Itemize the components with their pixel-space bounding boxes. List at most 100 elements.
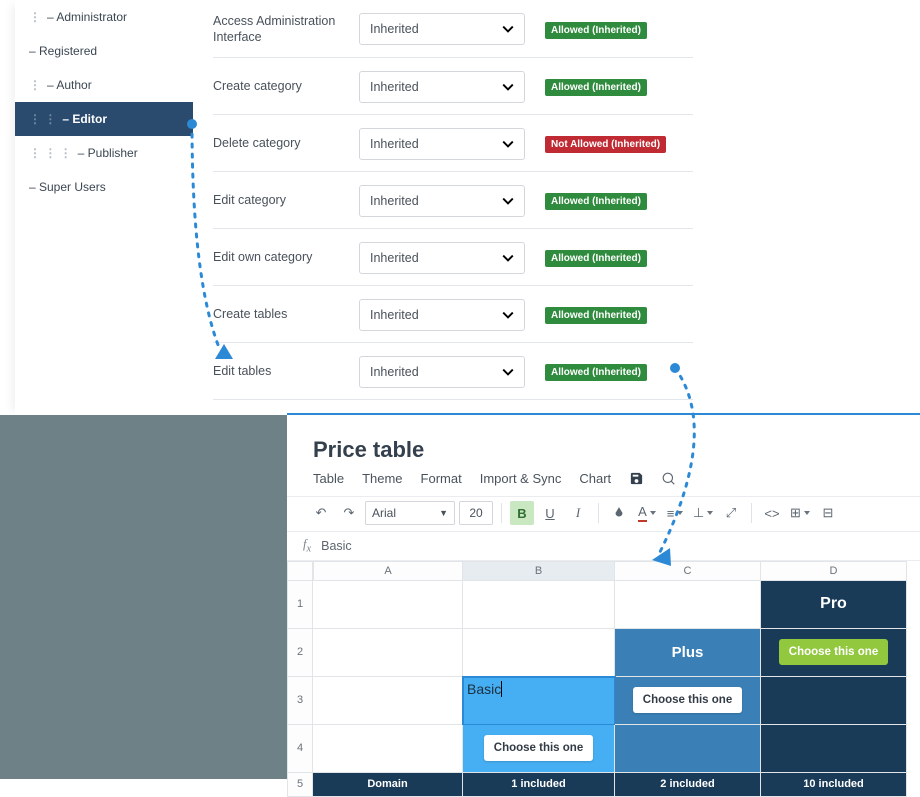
row-header-1[interactable]: 1: [287, 581, 313, 629]
permission-row: Edit own categoryInherited Allowed (Inher…: [213, 229, 693, 286]
cell-c2[interactable]: Plus: [615, 629, 761, 677]
sidebar-item-administrator[interactable]: ⋮– Administrator: [15, 0, 193, 34]
spreadsheet-grid: A B C D 1 2 3 4 5 Pro Plus C: [287, 561, 920, 797]
cell-text: 1 included: [511, 778, 565, 790]
cell-b3[interactable]: Basic: [463, 677, 615, 725]
menu-table[interactable]: Table: [313, 471, 344, 486]
cell-c4[interactable]: [615, 725, 761, 773]
permission-label: Edit tables: [213, 363, 359, 379]
usergroup-sidebar: ⋮– Administrator – Registered ⋮– Author …: [15, 0, 193, 204]
permission-label: Access Administration Interface: [213, 13, 359, 46]
permission-select[interactable]: Inherited: [359, 128, 525, 160]
fill-color-button[interactable]: [607, 501, 631, 525]
cell-text: Basic: [467, 681, 501, 697]
cell-c5[interactable]: 2 included: [615, 773, 761, 797]
row-header-5[interactable]: 5: [287, 773, 313, 797]
search-icon[interactable]: [662, 471, 676, 486]
permission-label: Create tables: [213, 306, 359, 322]
align-button[interactable]: ≡: [663, 501, 687, 525]
cell-b5[interactable]: 1 included: [463, 773, 615, 797]
bold-button[interactable]: B: [510, 501, 534, 525]
borders-button[interactable]: ⊞: [788, 501, 812, 525]
choose-pro-button[interactable]: Choose this one: [779, 639, 888, 665]
menu-chart[interactable]: Chart: [579, 471, 611, 486]
cell-a4[interactable]: [313, 725, 463, 773]
cell-text: 10 included: [803, 778, 864, 790]
col-header-a[interactable]: A: [313, 561, 463, 581]
cell-a3[interactable]: [313, 677, 463, 725]
permissions-panel: ⋮– Administrator – Registered ⋮– Author …: [15, 0, 705, 415]
row-header-3[interactable]: 3: [287, 677, 313, 725]
cell-a1[interactable]: [313, 581, 463, 629]
sidebar-item-label: – Super Users: [29, 180, 106, 194]
permission-select[interactable]: Inherited: [359, 71, 525, 103]
font-select[interactable]: Arial▼: [365, 501, 455, 525]
cell-b4[interactable]: Choose this one: [463, 725, 615, 773]
sidebar-item-author[interactable]: ⋮– Author: [15, 68, 193, 102]
toolbar: ↶ ↷ Arial▼ 20 B U I A ≡ ⊥ ⤢ <> ⊞ ⊟: [287, 496, 920, 532]
menu-format[interactable]: Format: [421, 471, 462, 486]
menu-import-sync[interactable]: Import & Sync: [480, 471, 562, 486]
permission-label: Edit own category: [213, 249, 359, 265]
choose-basic-button[interactable]: Choose this one: [484, 735, 593, 761]
save-icon[interactable]: [629, 471, 644, 486]
cell-text: 2 included: [660, 778, 714, 790]
sidebar-item-superusers[interactable]: – Super Users: [15, 170, 193, 204]
status-badge: Allowed (Inherited): [545, 193, 647, 210]
text-color-button[interactable]: A: [635, 501, 659, 525]
cell-a5[interactable]: Domain: [313, 773, 463, 797]
cell-b1[interactable]: [463, 581, 615, 629]
permission-select[interactable]: Inherited: [359, 299, 525, 331]
italic-button[interactable]: I: [566, 501, 590, 525]
status-badge: Allowed (Inherited): [545, 79, 647, 96]
permission-select[interactable]: Inherited: [359, 356, 525, 388]
sidebar-item-label: – Author: [47, 78, 92, 92]
menu-theme[interactable]: Theme: [362, 471, 402, 486]
permission-row: Access Administration InterfaceInherited…: [213, 0, 693, 58]
row-header-2[interactable]: 2: [287, 629, 313, 677]
col-header-d[interactable]: D: [761, 561, 907, 581]
col-header-c[interactable]: C: [615, 561, 761, 581]
permission-row: Edit categoryInherited Allowed (Inherited…: [213, 172, 693, 229]
cell-b2[interactable]: [463, 629, 615, 677]
cell-a2[interactable]: [313, 629, 463, 677]
permission-select[interactable]: Inherited: [359, 242, 525, 274]
sidebar-item-label: – Registered: [29, 44, 97, 58]
cell-d4[interactable]: [761, 725, 907, 773]
redo-button[interactable]: ↷: [337, 501, 361, 525]
permission-label: Delete category: [213, 135, 359, 151]
sidebar-item-publisher[interactable]: ⋮ ⋮ ⋮– Publisher: [15, 136, 193, 170]
permission-select[interactable]: Inherited: [359, 13, 525, 45]
cell-c1[interactable]: [615, 581, 761, 629]
permission-row: Create tablesInheritedAllowed (Inherited…: [213, 286, 693, 343]
undo-button[interactable]: ↶: [309, 501, 333, 525]
cell-d1[interactable]: Pro: [761, 581, 907, 629]
grid-corner[interactable]: [287, 561, 313, 581]
status-badge: Allowed (Inherited): [545, 250, 647, 267]
permission-row: Delete categoryInherited Not Allowed (Inh…: [213, 115, 693, 172]
row-header-4[interactable]: 4: [287, 725, 313, 773]
valign-button[interactable]: ⊥: [691, 501, 715, 525]
cell-d2[interactable]: Choose this one: [761, 629, 907, 677]
sidebar-item-editor[interactable]: ⋮ ⋮– Editor: [15, 102, 193, 136]
fx-icon: fx: [303, 537, 311, 555]
col-header-b[interactable]: B: [463, 561, 615, 581]
underline-button[interactable]: U: [538, 501, 562, 525]
sidebar-item-registered[interactable]: – Registered: [15, 34, 193, 68]
status-badge: Not Allowed (Inherited): [545, 136, 666, 153]
permission-select[interactable]: Inherited: [359, 185, 525, 217]
permission-label: Create category: [213, 78, 359, 94]
permission-label: Edit category: [213, 192, 359, 208]
cell-text: Plus: [672, 644, 704, 661]
cell-d3[interactable]: [761, 677, 907, 725]
cell-d5[interactable]: 10 included: [761, 773, 907, 797]
formula-bar[interactable]: fx Basic: [287, 532, 920, 561]
code-button[interactable]: <>: [760, 501, 784, 525]
status-badge: Allowed (Inherited): [545, 364, 647, 381]
fullscreen-button[interactable]: ⤢: [719, 501, 743, 525]
merge-button[interactable]: ⊟: [816, 501, 840, 525]
permission-row: Edit tablesInherited Allowed (Inherited): [213, 343, 693, 400]
choose-plus-button[interactable]: Choose this one: [633, 687, 742, 713]
font-size-input[interactable]: 20: [459, 501, 493, 525]
cell-c3[interactable]: Choose this one: [615, 677, 761, 725]
